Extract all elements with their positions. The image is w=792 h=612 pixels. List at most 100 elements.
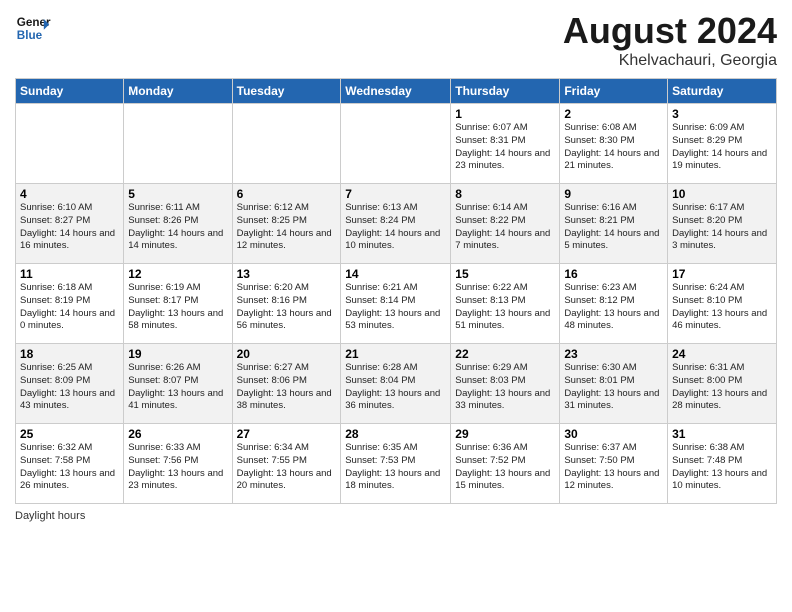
calendar-cell: 9Sunrise: 6:16 AM Sunset: 8:21 PM Daylig… xyxy=(560,184,668,264)
calendar-header-row: SundayMondayTuesdayWednesdayThursdayFrid… xyxy=(16,79,777,104)
calendar-day-header: Thursday xyxy=(451,79,560,104)
day-number: 14 xyxy=(345,267,446,281)
calendar-cell: 13Sunrise: 6:20 AM Sunset: 8:16 PM Dayli… xyxy=(232,264,341,344)
month-year: August 2024 xyxy=(563,10,777,52)
day-number: 4 xyxy=(20,187,119,201)
day-info: Sunrise: 6:26 AM Sunset: 8:07 PM Dayligh… xyxy=(128,362,227,413)
footer: Daylight hours xyxy=(15,510,777,522)
day-info: Sunrise: 6:37 AM Sunset: 7:50 PM Dayligh… xyxy=(564,442,663,493)
day-number: 20 xyxy=(237,347,337,361)
day-info: Sunrise: 6:27 AM Sunset: 8:06 PM Dayligh… xyxy=(237,362,337,413)
day-number: 24 xyxy=(672,347,772,361)
day-info: Sunrise: 6:09 AM Sunset: 8:29 PM Dayligh… xyxy=(672,122,772,173)
calendar-week-row: 1Sunrise: 6:07 AM Sunset: 8:31 PM Daylig… xyxy=(16,104,777,184)
day-number: 15 xyxy=(455,267,555,281)
calendar-cell: 3Sunrise: 6:09 AM Sunset: 8:29 PM Daylig… xyxy=(668,104,777,184)
calendar-cell: 4Sunrise: 6:10 AM Sunset: 8:27 PM Daylig… xyxy=(16,184,124,264)
calendar-day-header: Tuesday xyxy=(232,79,341,104)
calendar-week-row: 25Sunrise: 6:32 AM Sunset: 7:58 PM Dayli… xyxy=(16,424,777,504)
day-info: Sunrise: 6:12 AM Sunset: 8:25 PM Dayligh… xyxy=(237,202,337,253)
calendar-cell: 6Sunrise: 6:12 AM Sunset: 8:25 PM Daylig… xyxy=(232,184,341,264)
day-number: 16 xyxy=(564,267,663,281)
day-info: Sunrise: 6:31 AM Sunset: 8:00 PM Dayligh… xyxy=(672,362,772,413)
calendar-week-row: 4Sunrise: 6:10 AM Sunset: 8:27 PM Daylig… xyxy=(16,184,777,264)
calendar-cell: 8Sunrise: 6:14 AM Sunset: 8:22 PM Daylig… xyxy=(451,184,560,264)
day-info: Sunrise: 6:29 AM Sunset: 8:03 PM Dayligh… xyxy=(455,362,555,413)
day-info: Sunrise: 6:16 AM Sunset: 8:21 PM Dayligh… xyxy=(564,202,663,253)
day-info: Sunrise: 6:07 AM Sunset: 8:31 PM Dayligh… xyxy=(455,122,555,173)
logo-icon: General Blue xyxy=(15,10,51,46)
title-block: August 2024 Khelvachauri, Georgia xyxy=(563,10,777,70)
calendar-cell: 19Sunrise: 6:26 AM Sunset: 8:07 PM Dayli… xyxy=(124,344,232,424)
day-number: 2 xyxy=(564,107,663,121)
calendar-cell: 15Sunrise: 6:22 AM Sunset: 8:13 PM Dayli… xyxy=(451,264,560,344)
day-info: Sunrise: 6:25 AM Sunset: 8:09 PM Dayligh… xyxy=(20,362,119,413)
day-number: 27 xyxy=(237,427,337,441)
day-number: 26 xyxy=(128,427,227,441)
day-info: Sunrise: 6:28 AM Sunset: 8:04 PM Dayligh… xyxy=(345,362,446,413)
day-number: 10 xyxy=(672,187,772,201)
calendar-cell: 20Sunrise: 6:27 AM Sunset: 8:06 PM Dayli… xyxy=(232,344,341,424)
calendar-cell: 27Sunrise: 6:34 AM Sunset: 7:55 PM Dayli… xyxy=(232,424,341,504)
day-number: 5 xyxy=(128,187,227,201)
day-number: 23 xyxy=(564,347,663,361)
calendar-cell: 11Sunrise: 6:18 AM Sunset: 8:19 PM Dayli… xyxy=(16,264,124,344)
calendar-week-row: 18Sunrise: 6:25 AM Sunset: 8:09 PM Dayli… xyxy=(16,344,777,424)
logo: General Blue xyxy=(15,10,51,46)
day-info: Sunrise: 6:32 AM Sunset: 7:58 PM Dayligh… xyxy=(20,442,119,493)
day-number: 11 xyxy=(20,267,119,281)
day-info: Sunrise: 6:24 AM Sunset: 8:10 PM Dayligh… xyxy=(672,282,772,333)
day-info: Sunrise: 6:11 AM Sunset: 8:26 PM Dayligh… xyxy=(128,202,227,253)
calendar-table: SundayMondayTuesdayWednesdayThursdayFrid… xyxy=(15,78,777,504)
calendar-day-header: Wednesday xyxy=(341,79,451,104)
calendar-cell: 28Sunrise: 6:35 AM Sunset: 7:53 PM Dayli… xyxy=(341,424,451,504)
calendar-cell: 30Sunrise: 6:37 AM Sunset: 7:50 PM Dayli… xyxy=(560,424,668,504)
day-number: 28 xyxy=(345,427,446,441)
day-number: 31 xyxy=(672,427,772,441)
day-info: Sunrise: 6:21 AM Sunset: 8:14 PM Dayligh… xyxy=(345,282,446,333)
calendar-cell: 12Sunrise: 6:19 AM Sunset: 8:17 PM Dayli… xyxy=(124,264,232,344)
day-number: 18 xyxy=(20,347,119,361)
day-number: 3 xyxy=(672,107,772,121)
calendar-cell: 21Sunrise: 6:28 AM Sunset: 8:04 PM Dayli… xyxy=(341,344,451,424)
calendar-cell: 17Sunrise: 6:24 AM Sunset: 8:10 PM Dayli… xyxy=(668,264,777,344)
calendar-cell: 31Sunrise: 6:38 AM Sunset: 7:48 PM Dayli… xyxy=(668,424,777,504)
calendar-cell xyxy=(232,104,341,184)
calendar-cell: 29Sunrise: 6:36 AM Sunset: 7:52 PM Dayli… xyxy=(451,424,560,504)
calendar-cell: 2Sunrise: 6:08 AM Sunset: 8:30 PM Daylig… xyxy=(560,104,668,184)
day-number: 7 xyxy=(345,187,446,201)
day-info: Sunrise: 6:20 AM Sunset: 8:16 PM Dayligh… xyxy=(237,282,337,333)
calendar-cell: 16Sunrise: 6:23 AM Sunset: 8:12 PM Dayli… xyxy=(560,264,668,344)
daylight-hours-label: Daylight hours xyxy=(15,510,85,522)
calendar-cell: 23Sunrise: 6:30 AM Sunset: 8:01 PM Dayli… xyxy=(560,344,668,424)
day-info: Sunrise: 6:22 AM Sunset: 8:13 PM Dayligh… xyxy=(455,282,555,333)
day-info: Sunrise: 6:17 AM Sunset: 8:20 PM Dayligh… xyxy=(672,202,772,253)
day-number: 12 xyxy=(128,267,227,281)
day-number: 1 xyxy=(455,107,555,121)
day-info: Sunrise: 6:13 AM Sunset: 8:24 PM Dayligh… xyxy=(345,202,446,253)
day-number: 6 xyxy=(237,187,337,201)
day-info: Sunrise: 6:23 AM Sunset: 8:12 PM Dayligh… xyxy=(564,282,663,333)
day-info: Sunrise: 6:35 AM Sunset: 7:53 PM Dayligh… xyxy=(345,442,446,493)
day-info: Sunrise: 6:19 AM Sunset: 8:17 PM Dayligh… xyxy=(128,282,227,333)
day-info: Sunrise: 6:08 AM Sunset: 8:30 PM Dayligh… xyxy=(564,122,663,173)
day-number: 29 xyxy=(455,427,555,441)
calendar-cell: 24Sunrise: 6:31 AM Sunset: 8:00 PM Dayli… xyxy=(668,344,777,424)
calendar-cell: 5Sunrise: 6:11 AM Sunset: 8:26 PM Daylig… xyxy=(124,184,232,264)
calendar-cell: 14Sunrise: 6:21 AM Sunset: 8:14 PM Dayli… xyxy=(341,264,451,344)
day-number: 22 xyxy=(455,347,555,361)
calendar-day-header: Saturday xyxy=(668,79,777,104)
day-number: 25 xyxy=(20,427,119,441)
calendar-cell: 7Sunrise: 6:13 AM Sunset: 8:24 PM Daylig… xyxy=(341,184,451,264)
day-number: 9 xyxy=(564,187,663,201)
page-header: General Blue August 2024 Khelvachauri, G… xyxy=(15,10,777,70)
day-info: Sunrise: 6:38 AM Sunset: 7:48 PM Dayligh… xyxy=(672,442,772,493)
calendar-day-header: Monday xyxy=(124,79,232,104)
day-number: 19 xyxy=(128,347,227,361)
day-info: Sunrise: 6:14 AM Sunset: 8:22 PM Dayligh… xyxy=(455,202,555,253)
day-number: 30 xyxy=(564,427,663,441)
calendar-cell: 26Sunrise: 6:33 AM Sunset: 7:56 PM Dayli… xyxy=(124,424,232,504)
calendar-week-row: 11Sunrise: 6:18 AM Sunset: 8:19 PM Dayli… xyxy=(16,264,777,344)
calendar-cell: 10Sunrise: 6:17 AM Sunset: 8:20 PM Dayli… xyxy=(668,184,777,264)
calendar-cell: 18Sunrise: 6:25 AM Sunset: 8:09 PM Dayli… xyxy=(16,344,124,424)
